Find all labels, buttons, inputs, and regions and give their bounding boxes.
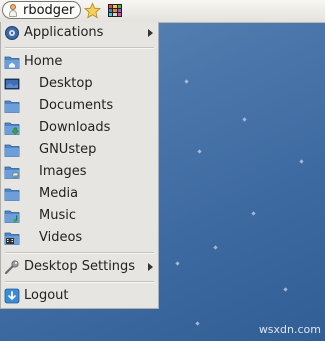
menu-label-videos: Videos [39, 230, 83, 245]
menu-item-home[interactable]: Home [1, 51, 158, 73]
wrench-icon [4, 260, 19, 275]
menu-item-videos[interactable]: Videos [1, 227, 158, 249]
snowflake [242, 117, 247, 122]
menu-item-images[interactable]: Images [1, 161, 158, 183]
menu-separator [5, 281, 154, 283]
home-folder-icon [4, 56, 20, 69]
folder-icon [4, 144, 20, 157]
top-panel: rbodger [0, 0, 325, 23]
menu-label-applications: Applications [24, 25, 104, 40]
menu-label-music: Music [39, 208, 76, 223]
menu-item-downloads[interactable]: Downloads [1, 117, 158, 139]
folder-icon [4, 100, 20, 113]
music-folder-icon [4, 210, 20, 223]
snowflake [184, 79, 189, 84]
watermark: wsxdn.com [258, 323, 321, 336]
menu-item-applications[interactable]: Applications [1, 22, 158, 44]
star-icon[interactable] [84, 2, 101, 19]
applications-icon [5, 26, 19, 40]
user-icon [8, 3, 18, 17]
menu-label-desktop-settings: Desktop Settings [24, 259, 136, 274]
menu-label-desktop: Desktop [39, 76, 93, 91]
submenu-arrow-icon [148, 263, 153, 271]
menu-item-desktop-settings[interactable]: Desktop Settings [1, 256, 158, 278]
pictures-folder-icon [4, 166, 20, 179]
menu-label-downloads: Downloads [39, 120, 111, 135]
menu-item-media[interactable]: Media [1, 183, 158, 205]
menu-item-desktop[interactable]: Desktop [1, 73, 158, 95]
videos-folder-icon [4, 232, 20, 245]
snowflake [299, 159, 304, 164]
menu-label-home: Home [24, 54, 63, 69]
folder-icon [4, 188, 20, 201]
app-grid-icon[interactable] [108, 4, 122, 17]
snowflake [283, 287, 288, 292]
menu-separator [5, 47, 154, 49]
snowflake [213, 245, 218, 250]
menu-label-images: Images [39, 164, 87, 179]
menu-label-media: Media [39, 186, 79, 201]
submenu-arrow-icon [148, 29, 153, 37]
desktop-folder-icon [4, 78, 20, 90]
menu-label-documents: Documents [39, 98, 114, 113]
downloads-folder-icon [4, 122, 20, 135]
user-menu-button[interactable]: rbodger [2, 1, 81, 19]
menu-item-documents[interactable]: Documents [1, 95, 158, 117]
menu-item-music[interactable]: Music [1, 205, 158, 227]
snowflake [251, 211, 256, 216]
menu-separator [5, 252, 154, 254]
snowflake [175, 261, 180, 266]
menu-label-gnustep: GNUstep [39, 142, 97, 157]
snowflake [197, 149, 202, 154]
applications-menu: Applications Home Desktop Documents Down… [0, 22, 159, 309]
menu-item-gnustep[interactable]: GNUstep [1, 139, 158, 161]
snowflake [195, 321, 200, 326]
menu-label-logout: Logout [24, 288, 69, 303]
menu-item-logout[interactable]: Logout [1, 285, 158, 307]
username-label: rbodger [23, 2, 75, 18]
logout-icon [4, 288, 20, 304]
